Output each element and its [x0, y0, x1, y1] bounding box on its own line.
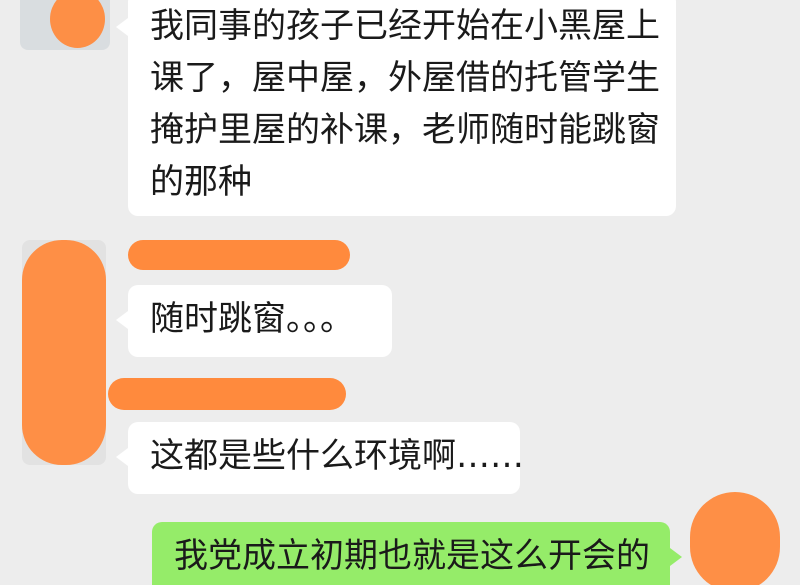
message-bubble-incoming[interactable]: 随时跳窗。。。 — [116, 285, 392, 357]
chat-conversation: 我同事的孩子已经开始在小黑屋上 课了，屋中屋，外屋借的托管学生 掩护里屋的补课，… — [0, 0, 800, 585]
sender-name-redaction — [108, 378, 346, 410]
message-text-line: 随时跳窗。。。 — [150, 299, 354, 339]
sender-name-redaction — [128, 240, 350, 270]
avatar-redaction — [22, 240, 106, 465]
message-text-line: 这都是些什么环境啊…… — [150, 436, 524, 476]
sender-avatar-top[interactable] — [20, 0, 110, 50]
message-bubble-incoming[interactable]: 我同事的孩子已经开始在小黑屋上 课了，屋中屋，外屋借的托管学生 掩护里屋的补课，… — [116, 0, 676, 216]
avatar-redaction — [690, 492, 780, 585]
message-text-line: 我党成立初期也就是这么开会的 — [174, 536, 650, 576]
message-text-line: 掩护里屋的补课，老师随时能跳窗 — [150, 110, 660, 150]
message-text-line: 的那种 — [150, 162, 252, 202]
own-avatar[interactable] — [690, 492, 780, 585]
message-bubble-outgoing[interactable]: 我党成立初期也就是这么开会的 — [152, 522, 682, 585]
message-text-line: 课了，屋中屋，外屋借的托管学生 — [150, 58, 660, 98]
message-text-line: 我同事的孩子已经开始在小黑屋上 — [150, 6, 660, 46]
avatar-redaction — [50, 0, 105, 48]
sender-avatar-middle[interactable] — [22, 240, 106, 465]
message-bubble-incoming[interactable]: 这都是些什么环境啊…… — [116, 422, 524, 494]
